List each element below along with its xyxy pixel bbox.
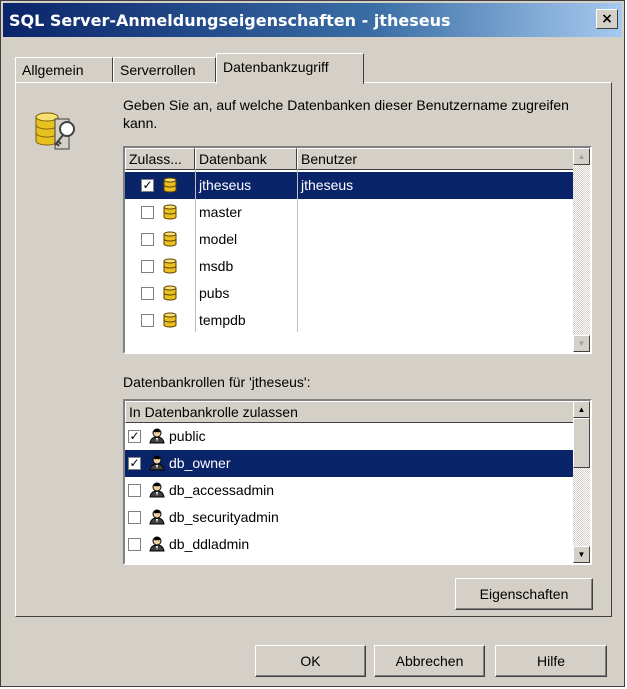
cancel-button[interactable]: Abbrechen bbox=[374, 645, 485, 677]
permit-checkbox[interactable] bbox=[141, 206, 154, 219]
database-name: jtheseus bbox=[199, 177, 252, 193]
tab-datenbankzugriff[interactable]: Datenbankzugriff bbox=[216, 53, 364, 84]
role-user-icon bbox=[149, 455, 165, 471]
role-row[interactable]: ✓ public bbox=[125, 423, 575, 450]
tab-allgemein[interactable]: Allgemein bbox=[15, 57, 113, 83]
scroll-down-button[interactable]: ▼ bbox=[573, 546, 590, 563]
column-header-database[interactable]: Datenbank bbox=[195, 148, 297, 170]
role-checkbox[interactable]: ✓ bbox=[128, 457, 141, 470]
database-name: tempdb bbox=[199, 312, 246, 328]
roles-list[interactable]: In Datenbankrolle zulassen ✓ public ✓ db_ow… bbox=[123, 399, 592, 565]
permit-checkbox[interactable] bbox=[141, 260, 154, 273]
database-icon bbox=[163, 177, 177, 193]
permit-checkbox[interactable]: ✓ bbox=[141, 179, 154, 192]
role-user-icon bbox=[149, 509, 165, 525]
role-name: db_owner bbox=[169, 455, 231, 471]
description-text: Geben Sie an, auf welche Datenbanken die… bbox=[123, 97, 569, 131]
scroll-up-button[interactable]: ▲ bbox=[573, 401, 590, 418]
roles-list-scrollbar[interactable]: ▲ ▼ bbox=[573, 401, 590, 563]
scroll-thumb[interactable] bbox=[573, 418, 590, 468]
database-user: jtheseus bbox=[301, 177, 354, 193]
database-icon bbox=[163, 285, 177, 301]
database-icon bbox=[163, 312, 177, 328]
database-name: msdb bbox=[199, 258, 234, 274]
role-row[interactable]: db_accessadmin bbox=[125, 477, 575, 504]
role-name: db_ddladmin bbox=[169, 536, 250, 552]
database-name: model bbox=[199, 231, 238, 247]
role-user-icon bbox=[149, 428, 165, 444]
database-name: pubs bbox=[199, 285, 230, 301]
database-icon bbox=[163, 204, 177, 220]
role-name: public bbox=[169, 428, 206, 444]
database-row[interactable]: pubs bbox=[125, 280, 575, 307]
database-icon bbox=[163, 258, 177, 274]
permit-checkbox[interactable] bbox=[141, 233, 154, 246]
title-bar[interactable]: SQL Server-Anmeldungseigenschaften - jth… bbox=[3, 3, 622, 37]
role-row[interactable]: ✓ db_owner bbox=[125, 450, 575, 477]
role-checkbox[interactable] bbox=[128, 538, 141, 551]
scroll-down-button[interactable]: ▼ bbox=[573, 335, 590, 352]
role-row[interactable]: db_securityadmin bbox=[125, 504, 575, 531]
properties-button[interactable]: Eigenschaften bbox=[455, 578, 593, 610]
role-user-icon bbox=[149, 482, 165, 498]
role-name: db_securityadmin bbox=[169, 509, 279, 525]
window-title: SQL Server-Anmeldungseigenschaften - jth… bbox=[9, 11, 451, 30]
permit-checkbox[interactable] bbox=[141, 314, 154, 327]
column-header-permit[interactable]: Zulass... bbox=[125, 148, 195, 170]
permit-checkbox[interactable] bbox=[141, 287, 154, 300]
close-button[interactable]: × bbox=[596, 9, 618, 29]
database-list[interactable]: Zulass... Datenbank Benutzer ✓ jtheseus jt… bbox=[123, 146, 592, 354]
help-button[interactable]: Hilfe bbox=[495, 645, 607, 677]
database-row[interactable]: tempdb bbox=[125, 307, 575, 334]
ok-button[interactable]: OK bbox=[255, 645, 366, 677]
database-row[interactable]: model bbox=[125, 226, 575, 253]
tab-serverrollen[interactable]: Serverrollen bbox=[113, 57, 216, 83]
role-row[interactable]: db_ddladmin bbox=[125, 531, 575, 558]
roles-label: Datenbankrollen für 'jtheseus': bbox=[123, 374, 311, 390]
role-checkbox[interactable]: ✓ bbox=[128, 430, 141, 443]
column-header-user[interactable]: Benutzer bbox=[297, 148, 575, 170]
role-user-icon bbox=[149, 536, 165, 552]
scroll-up-button[interactable]: ▲ bbox=[573, 148, 590, 165]
database-key-icon bbox=[35, 112, 75, 150]
dialog-window: SQL Server-Anmeldungseigenschaften - jth… bbox=[0, 0, 625, 687]
database-list-scrollbar[interactable]: ▲ ▼ bbox=[573, 148, 590, 352]
role-checkbox[interactable] bbox=[128, 511, 141, 524]
database-name: master bbox=[199, 204, 242, 220]
role-name: db_accessadmin bbox=[169, 482, 275, 498]
database-icon bbox=[163, 231, 177, 247]
role-checkbox[interactable] bbox=[128, 484, 141, 497]
database-row[interactable]: msdb bbox=[125, 253, 575, 280]
database-row[interactable]: master bbox=[125, 199, 575, 226]
database-row[interactable]: ✓ jtheseus jtheseus bbox=[125, 172, 575, 199]
column-header-role[interactable]: In Datenbankrolle zulassen bbox=[125, 401, 575, 423]
